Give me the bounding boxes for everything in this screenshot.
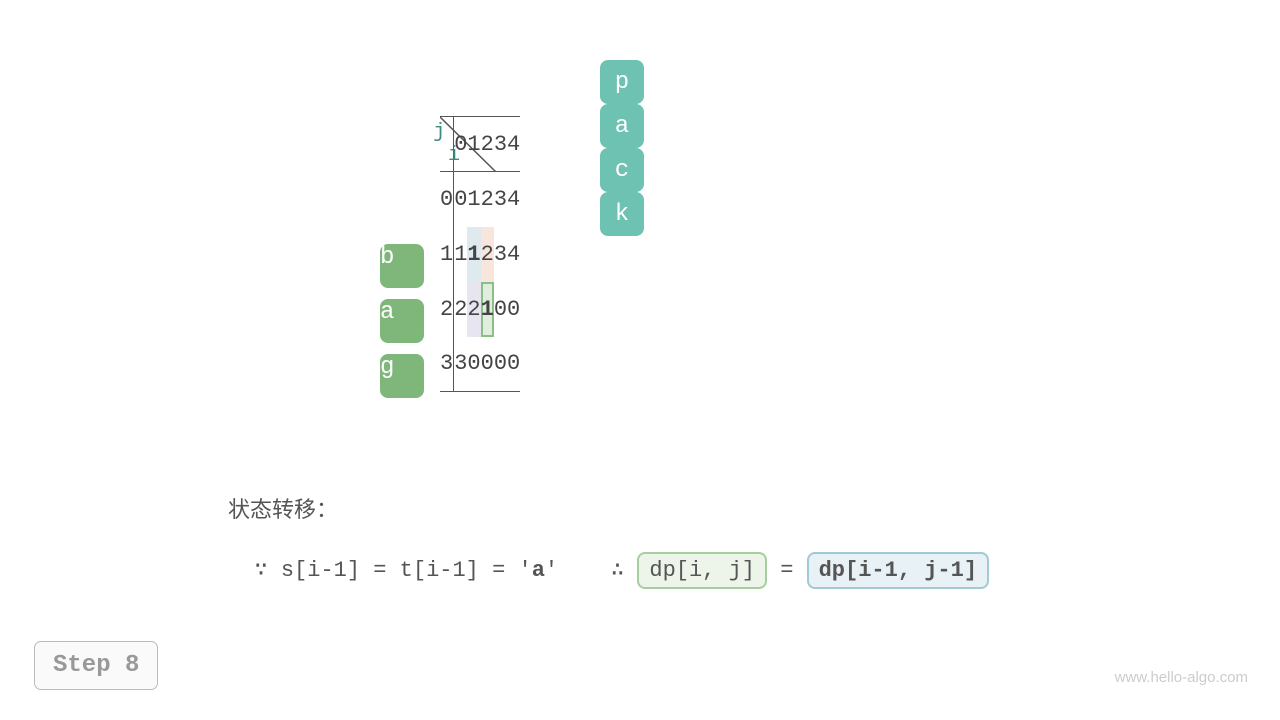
source-char-0: b [380, 244, 424, 288]
target-char-2: c [600, 148, 644, 192]
col-hdr-3: 3 [494, 117, 507, 172]
state-transition-text: 状态转移： ∵ s[i-1] = t[i-1] = 'a' ∴ dp[i, j]… [228, 492, 989, 589]
target-char-3: k [600, 192, 644, 236]
target-char-0: p [600, 60, 644, 104]
watermark: www.hello-algo.com [1115, 669, 1248, 686]
cell-0-1: 1 [467, 172, 480, 227]
cell-2-1: 2 [467, 282, 480, 337]
cell-1-2: 2 [481, 227, 494, 282]
cell-2-3: 0 [494, 282, 507, 337]
explain-line: ∵ s[i-1] = t[i-1] = 'a' ∴ dp[i, j] = dp[… [228, 552, 989, 589]
source-char-2: g [380, 354, 424, 398]
cell-2-0: 2 [454, 282, 468, 337]
col-hdr-4: 4 [507, 117, 520, 172]
cell-1-0: 1 [454, 227, 468, 282]
cell-3-1: 0 [467, 337, 480, 392]
source-string-chips: b a g [380, 244, 424, 409]
cell-3-3: 0 [494, 337, 507, 392]
cell-0-4: 4 [507, 172, 520, 227]
cell-0-3: 3 [494, 172, 507, 227]
dp-table: j i 0 1 2 3 4 0 0 1 2 3 4 1 1 1 2 3 4 2 … [440, 116, 520, 392]
cell-2-4: 0 [507, 282, 520, 337]
source-char-1: a [380, 299, 424, 343]
row-hdr-2: 2 [440, 282, 454, 337]
cell-3-0: 3 [454, 337, 468, 392]
cell-0-0: 0 [454, 172, 468, 227]
cell-0-2: 2 [481, 172, 494, 227]
step-badge: Step 8 [34, 641, 158, 690]
row-hdr-1: 1 [440, 227, 454, 282]
explain-title: 状态转移： [228, 492, 989, 524]
dp-ij-box: dp[i, j] [637, 552, 767, 589]
col-hdr-0: 0 [454, 117, 468, 172]
cell-2-2: 1 [481, 282, 494, 337]
corner-ij: j i [440, 117, 454, 172]
cell-3-2: 0 [481, 337, 494, 392]
dp-diag-box: dp[i-1, j-1] [807, 552, 989, 589]
cell-1-1: 1 [467, 227, 480, 282]
cell-1-4: 4 [507, 227, 520, 282]
col-hdr-1: 1 [467, 117, 480, 172]
col-hdr-2: 2 [481, 117, 494, 172]
axis-label-j: j [433, 121, 445, 144]
row-hdr-0: 0 [440, 172, 454, 227]
target-string-chips: p a c k [600, 60, 656, 236]
cell-1-3: 3 [494, 227, 507, 282]
row-hdr-3: 3 [440, 337, 454, 392]
target-char-1: a [600, 104, 644, 148]
cell-3-4: 0 [507, 337, 520, 392]
